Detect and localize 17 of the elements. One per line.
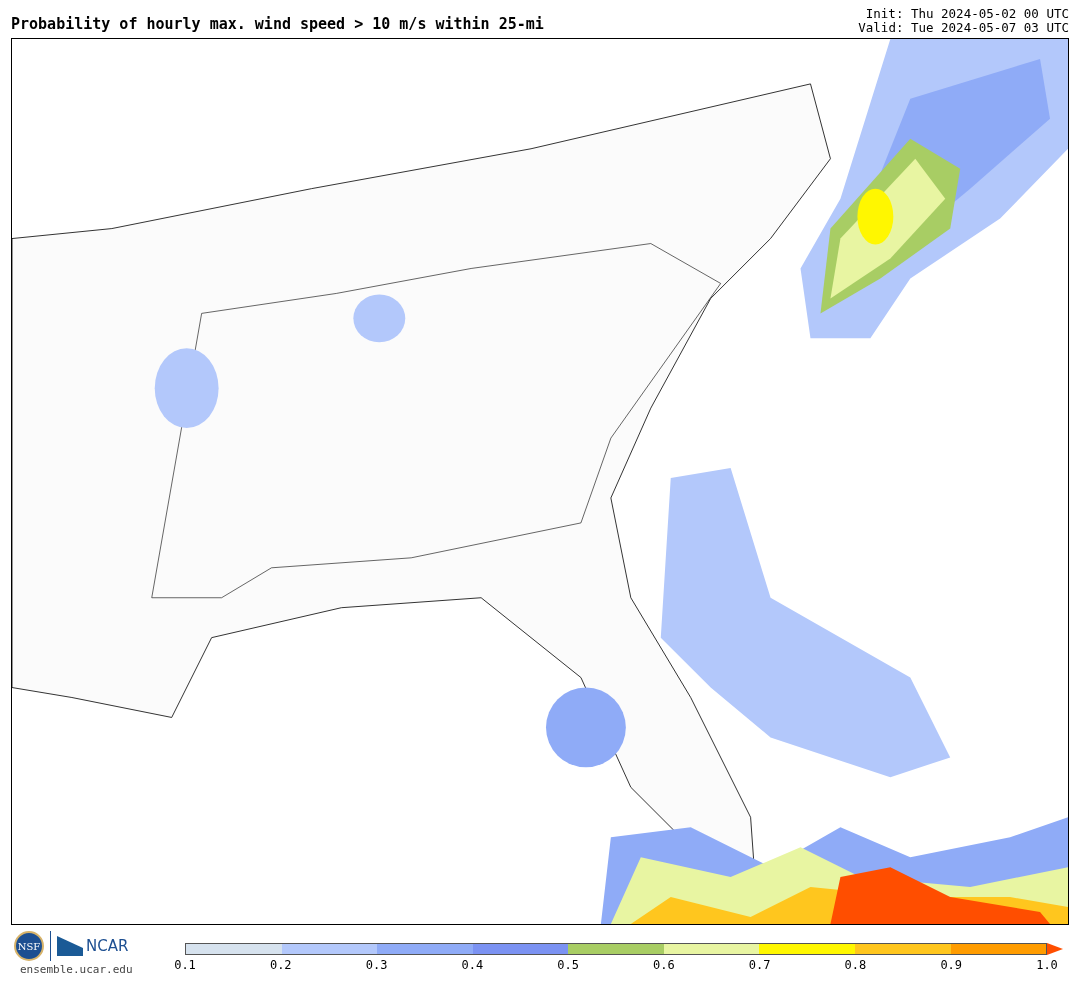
colorbar-tick-label: 0.8: [844, 958, 867, 972]
colorbar-tick-label: 0.2: [269, 958, 292, 972]
colorbar-tick-label: 0.9: [940, 958, 963, 972]
colorbar-tick-label: 0.6: [653, 958, 675, 972]
chart-title: Probability of hourly max. wind speed > 10 m/s within 25-mi: [11, 15, 544, 35]
colorbar-tick-label: 0.7: [748, 958, 771, 972]
colorbar-tick-label: 0.1: [174, 958, 196, 972]
site-url: ensemble.ucar.edu: [20, 963, 133, 976]
valid-time: Valid: Tue 2024-05-07 03 UTC: [858, 21, 1069, 35]
nsf-logo: NSF: [14, 931, 44, 961]
init-time: Init: Thu 2024-05-02 00 UTC: [865, 7, 1069, 21]
ncar-logo: NCAR: [86, 937, 129, 955]
colorbar-tick-label: 1.0: [1036, 958, 1058, 972]
ncar-flag-icon: [57, 936, 83, 956]
colorbar-tick-label: 0.3: [365, 958, 388, 972]
colorbar-tick-label: 0.4: [461, 958, 484, 972]
colorbar-tick-label: 0.5: [557, 958, 579, 972]
